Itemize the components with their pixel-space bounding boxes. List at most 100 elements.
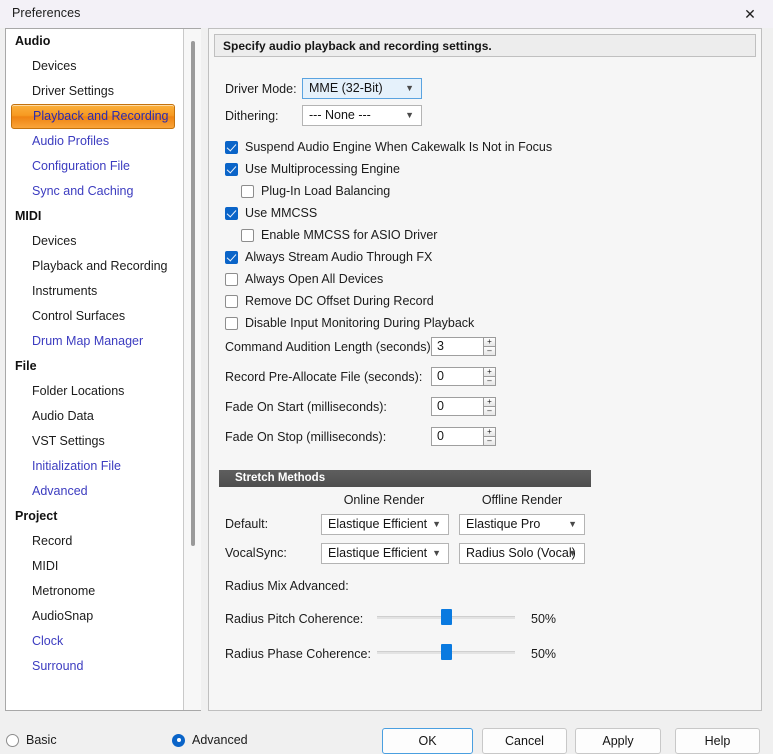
preferences-dialog: Preferences ✕ Audio Devices Driver Setting… (0, 0, 773, 754)
sidebar-item-clock[interactable]: Clock (6, 629, 183, 654)
spinner-2[interactable]: 0 + – (431, 397, 496, 416)
footer-bar: Basic Advanced OK Cancel Apply Help (0, 712, 773, 754)
apply-button[interactable]: Apply (575, 728, 661, 754)
sidebar-scrollbar-thumb[interactable] (191, 41, 195, 546)
checkbox-label: Remove DC Offset During Record (245, 294, 434, 308)
button-label: Apply (602, 734, 634, 748)
window-title: Preferences (12, 6, 81, 20)
chevron-down-icon: ▼ (405, 110, 414, 120)
sidebar-item-configuration-file[interactable]: Configuration File (6, 154, 183, 179)
sidebar-item-driver-settings[interactable]: Driver Settings (6, 79, 183, 104)
sidebar-item-label: Project (15, 509, 58, 523)
sidebar-item-vst-settings[interactable]: VST Settings (6, 429, 183, 454)
checkbox-checked-icon (225, 162, 238, 176)
chevron-down-icon: ▼ (568, 548, 577, 558)
spinner-value-field[interactable]: 0 (431, 397, 483, 416)
radius-mix-advanced-label: Radius Mix Advanced: (225, 579, 349, 593)
spinner-3[interactable]: 0 + – (431, 427, 496, 446)
minus-icon[interactable]: – (483, 347, 496, 356)
checkbox-use-mmcss[interactable]: Use MMCSS (225, 206, 317, 220)
slider-value: 50% (531, 647, 557, 661)
sidebar-item-advanced[interactable]: Advanced (6, 479, 183, 504)
sidebar-item-audio-data[interactable]: Audio Data (6, 404, 183, 429)
stretch-online-select-1[interactable]: Elastique Efficient ▼ (321, 543, 449, 564)
sidebar-item-surround[interactable]: Surround (6, 654, 183, 679)
sidebar-item-audio-profiles[interactable]: Audio Profiles (6, 129, 183, 154)
slider-0[interactable] (377, 609, 515, 625)
sidebar-item-label: Folder Locations (32, 384, 125, 398)
sidebar-item-label: Audio (15, 34, 51, 48)
chevron-down-icon: ▼ (568, 519, 577, 529)
radio-selected-icon (172, 733, 185, 747)
close-icon[interactable]: ✕ (727, 0, 773, 28)
spinner-value-field[interactable]: 3 (431, 337, 483, 356)
checkbox-use-multiprocessing-engine[interactable]: Use Multiprocessing Engine (225, 162, 400, 176)
checkbox-always-stream-audio-through-fx[interactable]: Always Stream Audio Through FX (225, 250, 432, 264)
minus-icon[interactable]: – (483, 437, 496, 446)
spinner-label: Fade On Start (milliseconds): (225, 400, 387, 414)
sidebar-item-midi: MIDI (6, 204, 183, 229)
stretch-offline-select-1[interactable]: Radius Solo (Vocal) ▼ (459, 543, 585, 564)
driver-mode-select[interactable]: MME (32-Bit) ▼ (302, 78, 422, 99)
minus-icon[interactable]: – (483, 377, 496, 386)
minus-icon[interactable]: – (483, 407, 496, 416)
radio-label: Basic (26, 733, 57, 747)
sidebar-item-label: Advanced (32, 484, 88, 498)
button-label: Cancel (505, 734, 544, 748)
sidebar-item-initialization-file[interactable]: Initialization File (6, 454, 183, 479)
sidebar-item-playback-and-recording[interactable]: Playback and Recording (11, 104, 175, 129)
sidebar-item-playback-and-recording[interactable]: Playback and Recording (6, 254, 183, 279)
spinner-value-field[interactable]: 0 (431, 367, 483, 386)
sidebar-item-devices[interactable]: Devices (6, 229, 183, 254)
checkbox-unchecked-icon (241, 228, 254, 242)
stretch-online-select-0[interactable]: Elastique Efficient ▼ (321, 514, 449, 535)
offline-render-column-header: Offline Render (481, 493, 563, 507)
sidebar-item-drum-map-manager[interactable]: Drum Map Manager (6, 329, 183, 354)
slider-thumb[interactable] (440, 644, 452, 660)
spinner-1[interactable]: 0 + – (431, 367, 496, 386)
stretch-row-label: VocalSync: (225, 546, 287, 560)
checkbox-remove-dc-offset-during-record[interactable]: Remove DC Offset During Record (225, 294, 434, 308)
spinner-value-field[interactable]: 0 (431, 427, 483, 446)
sidebar-item-devices[interactable]: Devices (6, 54, 183, 79)
ok-button[interactable]: OK (382, 728, 473, 754)
slider-label: Radius Pitch Coherence: (225, 612, 364, 626)
button-label: OK (418, 734, 437, 748)
spinner-0[interactable]: 3 + – (431, 337, 496, 356)
sidebar-item-record[interactable]: Record (6, 529, 183, 554)
sidebar-item-folder-locations[interactable]: Folder Locations (6, 379, 183, 404)
cancel-button[interactable]: Cancel (482, 728, 567, 754)
slider-thumb[interactable] (440, 609, 452, 625)
checkbox-enable-mmcss-for-asio-driver[interactable]: Enable MMCSS for ASIO Driver (241, 228, 437, 242)
sidebar-item-label: Playback and Recording (32, 259, 168, 273)
driver-mode-label: Driver Mode: (225, 82, 297, 96)
sidebar-item-midi[interactable]: MIDI (6, 554, 183, 579)
checkbox-always-open-all-devices[interactable]: Always Open All Devices (225, 272, 383, 286)
spinner-label: Command Audition Length (seconds): (225, 340, 435, 354)
dithering-select[interactable]: --- None --- ▼ (302, 105, 422, 126)
checkbox-label: Always Stream Audio Through FX (245, 250, 433, 264)
checkbox-label: Use Multiprocessing Engine (245, 162, 400, 176)
radio-advanced[interactable]: Advanced (172, 733, 248, 747)
slider-1[interactable] (377, 644, 515, 660)
sidebar-item-control-surfaces[interactable]: Control Surfaces (6, 304, 183, 329)
sidebar-item-label: Initialization File (32, 459, 121, 473)
stretch-online-value: Elastique Efficient (328, 517, 428, 531)
sidebar-item-label: MIDI (15, 209, 42, 223)
checkbox-checked-icon (225, 250, 238, 264)
stretch-methods-header: Stretch Methods (219, 470, 591, 487)
checkbox-disable-input-monitoring-during-playback[interactable]: Disable Input Monitoring During Playback (225, 316, 474, 330)
checkbox-suspend-audio-engine-when-cakewalk-is-not-in-focus[interactable]: Suspend Audio Engine When Cakewalk Is No… (225, 140, 552, 154)
checkbox-plug-in-load-balancing[interactable]: Plug-In Load Balancing (241, 184, 390, 198)
sidebar-item-sync-and-caching[interactable]: Sync and Caching (6, 179, 183, 204)
sidebar-item-metronome[interactable]: Metronome (6, 579, 183, 604)
help-button[interactable]: Help (675, 728, 760, 754)
sidebar-nav-list: Audio Devices Driver Settings Playback and … (6, 29, 184, 710)
stretch-offline-select-0[interactable]: Elastique Pro ▼ (459, 514, 585, 535)
radio-basic[interactable]: Basic (6, 733, 57, 747)
sidebar-item-audiosnap[interactable]: AudioSnap (6, 604, 183, 629)
checkbox-unchecked-icon (241, 184, 254, 198)
sidebar: Audio Devices Driver Settings Playback and … (5, 28, 201, 711)
slider-value: 50% (531, 612, 557, 626)
sidebar-item-instruments[interactable]: Instruments (6, 279, 183, 304)
